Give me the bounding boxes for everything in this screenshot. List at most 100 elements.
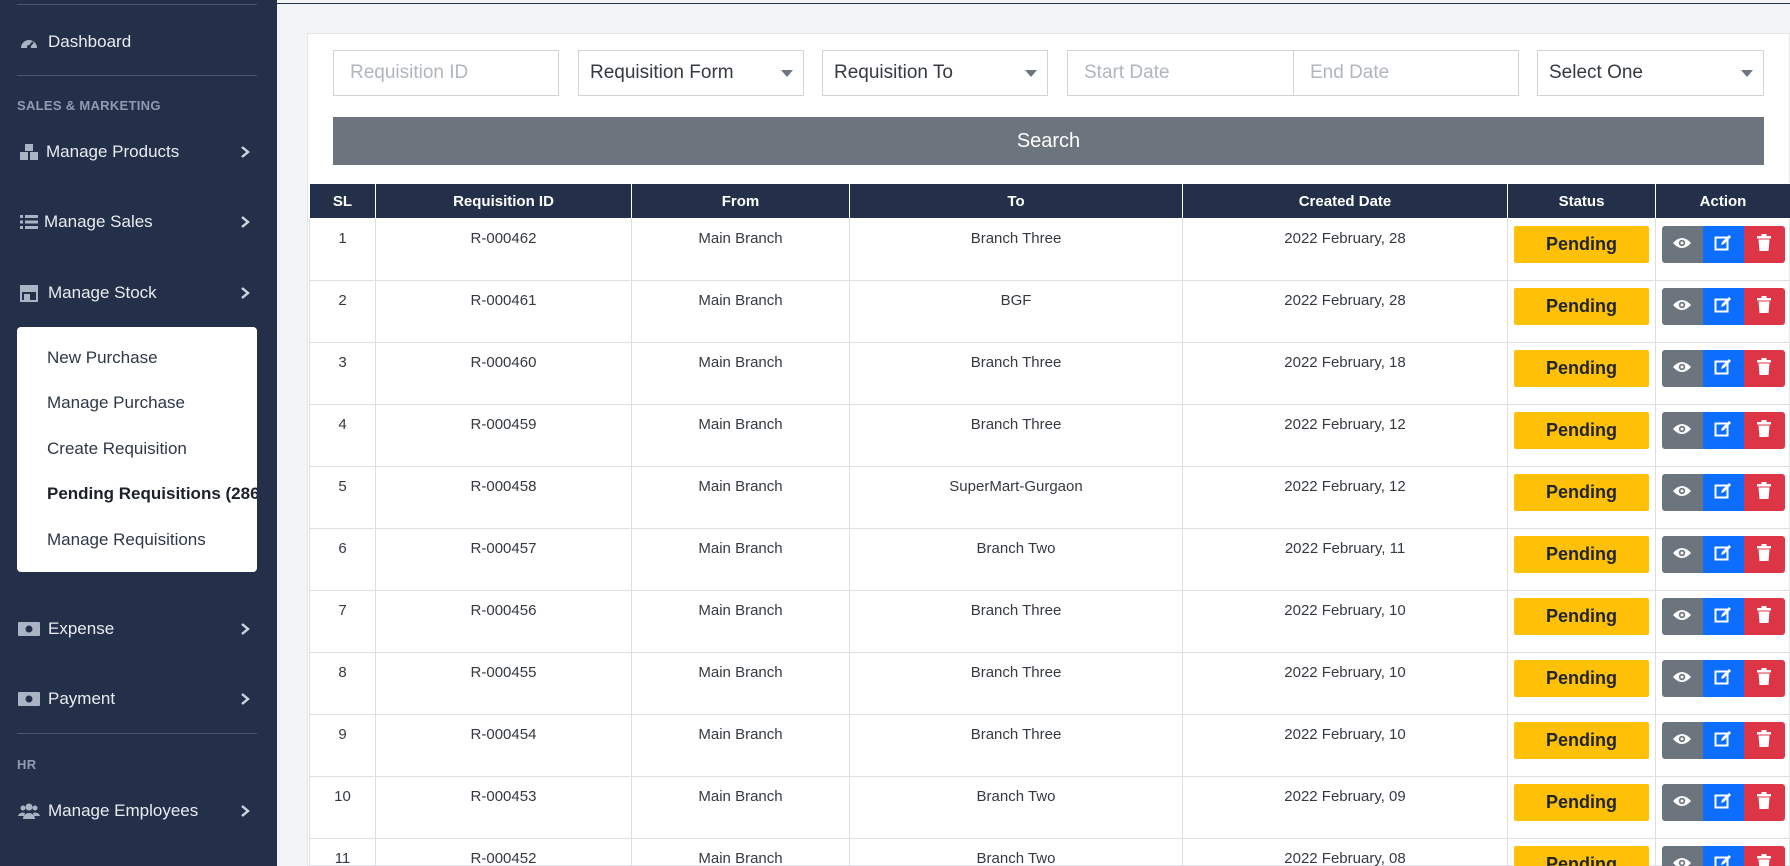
status-badge: Pending: [1514, 288, 1649, 325]
eye-icon: [1672, 236, 1692, 254]
view-button[interactable]: [1661, 288, 1703, 325]
cell-from: Main Branch: [631, 652, 850, 715]
chevron-right-icon: [241, 623, 250, 635]
submenu-item-manage-requisitions[interactable]: Manage Requisitions: [47, 530, 206, 550]
status-select[interactable]: Select One: [1537, 50, 1764, 96]
table-row: 11 R-000452 Main Branch Branch Two 2022 Febr…: [309, 838, 1790, 866]
sidebar-item-label: Manage Employees: [48, 801, 199, 820]
select-value: Requisition To: [834, 62, 954, 83]
trash-icon: [1757, 482, 1771, 503]
cell-from: Main Branch: [631, 404, 850, 467]
cell-created-date: 2022 February, 12: [1182, 466, 1508, 529]
edit-button[interactable]: [1702, 598, 1744, 635]
cell-sl: 9: [309, 714, 376, 777]
sidebar-item-label: Manage Sales: [44, 212, 153, 231]
cell-requisition-id: R-000461: [375, 280, 632, 343]
view-button[interactable]: [1661, 598, 1703, 635]
submenu-item-pending-requisitions[interactable]: Pending Requisitions (286): [47, 484, 257, 504]
cell-to: BGF: [849, 280, 1183, 343]
submenu-item-manage-purchase[interactable]: Manage Purchase: [47, 393, 185, 413]
edit-button[interactable]: [1702, 536, 1744, 573]
action-group: [1661, 412, 1785, 449]
sidebar-item-manage-products[interactable]: Manage Products: [0, 129, 277, 175]
cell-created-date: 2022 February, 10: [1182, 652, 1508, 715]
cell-status: Pending: [1507, 590, 1656, 653]
delete-button[interactable]: [1743, 660, 1785, 697]
money-bill-icon: [18, 618, 40, 640]
trash-icon: [1757, 792, 1771, 813]
sidebar-item-label: Expense: [48, 619, 115, 638]
cell-from: Main Branch: [631, 838, 850, 866]
requisition-id-input[interactable]: Requisition ID: [333, 50, 559, 96]
edit-button[interactable]: [1702, 412, 1744, 449]
delete-button[interactable]: [1743, 784, 1785, 821]
edit-button[interactable]: [1702, 288, 1744, 325]
edit-button[interactable]: [1702, 660, 1744, 697]
cell-created-date: 2022 February, 12: [1182, 404, 1508, 467]
cell-requisition-id: R-000458: [375, 466, 632, 529]
submenu-item-new-purchase[interactable]: New Purchase: [47, 348, 158, 368]
sidebar-item-manage-sales[interactable]: Manage Sales: [0, 199, 277, 245]
sidebar-item-manage-employees[interactable]: Manage Employees: [0, 788, 277, 834]
cell-action: [1655, 838, 1790, 866]
cell-created-date: 2022 February, 09: [1182, 776, 1508, 839]
view-button[interactable]: [1661, 226, 1703, 263]
eye-icon: [1672, 484, 1692, 502]
column-header: Created Date: [1182, 183, 1508, 219]
cell-status: Pending: [1507, 838, 1656, 866]
caret-down-icon: [1741, 70, 1753, 77]
view-button[interactable]: [1661, 784, 1703, 821]
action-group: [1661, 784, 1785, 821]
trash-icon: [1757, 358, 1771, 379]
action-group: [1661, 474, 1785, 511]
header-border: [277, 3, 1790, 4]
sidebar-item-manage-stock[interactable]: Manage Stock: [0, 270, 277, 316]
delete-button[interactable]: [1743, 288, 1785, 325]
action-group: [1661, 536, 1785, 573]
table-row: 5 R-000458 Main Branch SuperMart-Gurgaon 202…: [309, 466, 1790, 529]
delete-button[interactable]: [1743, 536, 1785, 573]
search-button[interactable]: Search: [333, 117, 1764, 165]
view-button[interactable]: [1661, 660, 1703, 697]
delete-button[interactable]: [1743, 846, 1785, 866]
delete-button[interactable]: [1743, 350, 1785, 387]
requisition-to-select[interactable]: Requisition To: [822, 50, 1048, 96]
delete-button[interactable]: [1743, 474, 1785, 511]
delete-button[interactable]: [1743, 226, 1785, 263]
delete-button[interactable]: [1743, 722, 1785, 759]
edit-button[interactable]: [1702, 784, 1744, 821]
sidebar-divider: [17, 733, 257, 734]
edit-button[interactable]: [1702, 226, 1744, 263]
view-button[interactable]: [1661, 722, 1703, 759]
delete-button[interactable]: [1743, 598, 1785, 635]
column-header: SL: [309, 183, 376, 219]
chevron-right-icon: [241, 693, 250, 705]
sidebar-section-sales: SALES & MARKETING: [17, 98, 161, 113]
trash-icon: [1757, 606, 1771, 627]
view-button[interactable]: [1661, 350, 1703, 387]
start-date-input[interactable]: Start Date: [1067, 50, 1294, 96]
edit-button[interactable]: [1702, 846, 1744, 866]
view-button[interactable]: [1661, 474, 1703, 511]
cell-from: Main Branch: [631, 342, 850, 405]
edit-button[interactable]: [1702, 722, 1744, 759]
cell-to: Branch Three: [849, 404, 1183, 467]
edit-button[interactable]: [1702, 350, 1744, 387]
view-button[interactable]: [1661, 412, 1703, 449]
sidebar-item-expense[interactable]: Expense: [0, 606, 277, 652]
view-button[interactable]: [1661, 846, 1703, 866]
cell-action: [1655, 404, 1790, 467]
requisition-form-select[interactable]: Requisition Form: [578, 50, 804, 96]
cell-status: Pending: [1507, 404, 1656, 467]
cell-to: Branch Three: [849, 218, 1183, 281]
sidebar-item-payment[interactable]: Payment: [0, 676, 277, 722]
edit-button[interactable]: [1702, 474, 1744, 511]
submenu-item-create-requisition[interactable]: Create Requisition: [47, 439, 187, 459]
view-button[interactable]: [1661, 536, 1703, 573]
edit-icon: [1714, 234, 1732, 256]
sidebar: Dashboard SALES & MARKETING Manage Produ…: [0, 0, 277, 866]
delete-button[interactable]: [1743, 412, 1785, 449]
sidebar-item-label: Manage Products: [46, 142, 180, 161]
sidebar-item-dashboard[interactable]: Dashboard: [0, 19, 277, 65]
end-date-input[interactable]: End Date: [1293, 50, 1519, 96]
